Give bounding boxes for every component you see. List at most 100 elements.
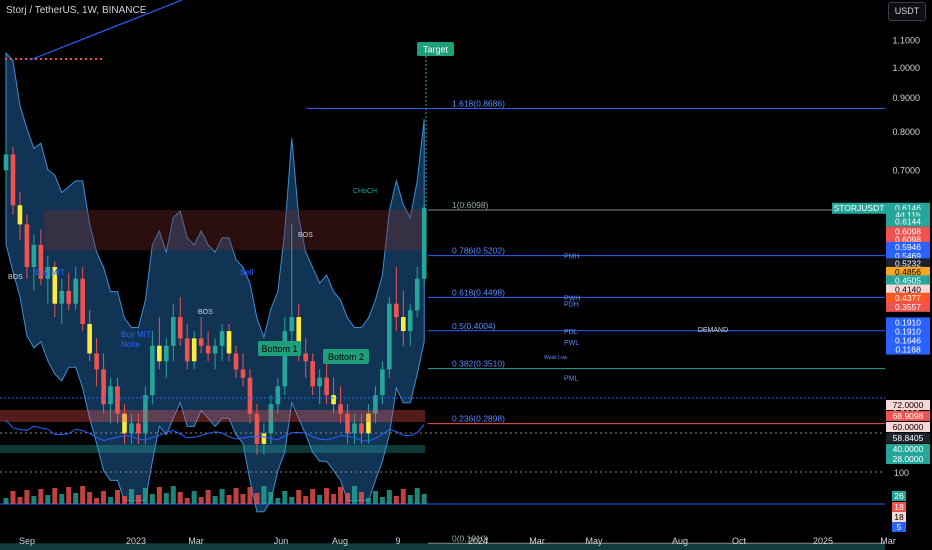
time-tick-label: Aug (332, 536, 348, 546)
time-tick-label: Aug (672, 536, 688, 546)
rsi-overbought-band (0, 410, 425, 422)
candle-body (212, 345, 218, 354)
fib-label: 0.382(0.3510) (452, 359, 505, 369)
fib-label: 0.786(0.5202) (452, 246, 505, 256)
price-label: 0.6144 (895, 217, 921, 227)
price-tick-label: 1.1000 (892, 36, 920, 46)
bos-label: BOS (198, 309, 213, 316)
price-tick-label: 1.0000 (892, 63, 920, 73)
osc-bar (414, 488, 420, 504)
osc-label: 18 (894, 512, 904, 522)
candle-body (289, 317, 295, 332)
candle-body (407, 310, 413, 332)
candle-body (282, 331, 288, 387)
candle-body (275, 386, 281, 405)
rsi-label: 58.8405 (893, 433, 924, 443)
candle-body (17, 205, 23, 225)
currency-button[interactable]: USDT (888, 2, 926, 21)
candle-body (73, 278, 78, 304)
osc-bar (94, 498, 100, 504)
candle-body (150, 345, 155, 396)
osc-bar (317, 495, 323, 504)
weak-low-label: Weak Low (544, 355, 568, 361)
time-tick-label: Sep (19, 536, 35, 546)
candle-body (87, 323, 92, 354)
osc-bar (198, 497, 204, 504)
osc-bar (101, 491, 107, 504)
candle-body (233, 353, 239, 370)
candle-body (129, 423, 134, 434)
candle-body (101, 369, 106, 405)
price-tick-label: 0.8000 (892, 127, 920, 137)
osc-bar (52, 488, 58, 504)
time-tick-label: 9 (395, 536, 400, 546)
osc-bar (149, 494, 155, 504)
osc-bar (66, 487, 72, 504)
osc-bar (289, 497, 295, 504)
level-tag: PDL (564, 329, 578, 336)
osc-bar (212, 496, 218, 504)
choch-label: CHoCH (353, 188, 377, 195)
osc-axis-label: 100 (894, 468, 909, 478)
time-tick-label: Mar (529, 536, 545, 546)
candle-body (317, 377, 322, 387)
osc-bar (365, 498, 371, 504)
bottom2-label: Bottom 2 (328, 352, 364, 362)
osc-bar (338, 487, 344, 504)
candle-body (136, 423, 141, 434)
osc-bar (87, 492, 93, 504)
osc-bar (115, 490, 121, 504)
osc-bar (331, 494, 337, 504)
none-label: None (121, 340, 141, 349)
osc-bar (247, 487, 253, 504)
fib-label: 0.618(0.4498) (452, 287, 505, 297)
osc-bar (45, 495, 51, 504)
osc-bar (128, 489, 134, 504)
candle-body (421, 207, 427, 279)
candle-body (303, 353, 309, 362)
osc-bar (310, 489, 316, 504)
osc-bar (358, 492, 364, 504)
candle-body (157, 345, 162, 362)
time-tick-label: 2023 (126, 536, 146, 546)
osc-bar (191, 491, 197, 504)
osc-bar (219, 489, 225, 504)
osc-bar (352, 486, 357, 504)
price-tick-label: 0.7000 (892, 165, 920, 175)
level-tag: PDH (564, 302, 579, 309)
candle-body (414, 278, 420, 311)
osc-bar (324, 488, 330, 504)
osc-bar (10, 491, 16, 504)
target-label: Target (423, 45, 449, 55)
candle-body (240, 369, 246, 378)
rsi-label: 28.0000 (893, 454, 924, 464)
candle-body (198, 338, 204, 346)
osc-bar (372, 491, 378, 504)
osc-bar (296, 490, 302, 504)
buy-mit-label: Buy MIT (35, 268, 65, 277)
buy-mit-label: Buy MIT (121, 330, 151, 339)
osc-bar (177, 492, 183, 504)
bos-label: BOS (298, 232, 313, 239)
osc-bar (240, 494, 246, 504)
supply-zone (44, 210, 428, 251)
osc-bar (135, 495, 141, 504)
candle-body (24, 224, 30, 267)
price-tick-label: 0.9000 (892, 93, 920, 103)
time-tick-label: Oct (732, 536, 747, 546)
osc-bar (108, 497, 114, 504)
osc-bar (379, 497, 385, 504)
osc-label: 18 (894, 502, 904, 512)
level-tag: PMH (564, 254, 580, 261)
candle-body (191, 338, 197, 362)
candle-body (226, 331, 232, 354)
osc-bar (393, 496, 399, 504)
candle-body (10, 154, 16, 206)
osc-bar (226, 495, 232, 504)
osc-bar (121, 496, 127, 504)
time-tick-label: Mar (880, 536, 896, 546)
osc-bar (400, 489, 406, 504)
chart-canvas[interactable]: 1.618(0.8686) 1(0.6098) 0.786(0.5202) 0.618… (0, 0, 932, 550)
candle-body (205, 345, 211, 354)
candle-body (184, 338, 190, 362)
